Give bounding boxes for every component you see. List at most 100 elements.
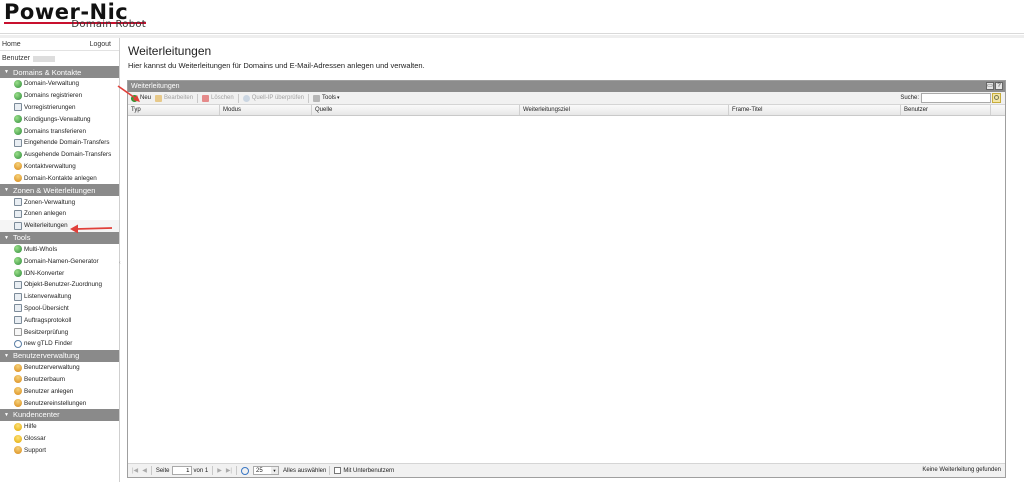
logout-link[interactable]: Logout (90, 41, 111, 48)
sidebar-group-header[interactable]: ▼ Benutzerverwaltung (0, 349, 119, 362)
search-button[interactable] (992, 93, 1001, 103)
sidebar-item-label: Ausgehende Domain-Transfers (24, 151, 112, 159)
add-icon (131, 94, 138, 102)
magnifier-icon (242, 94, 250, 102)
sidebar-item[interactable]: Domains transferieren (0, 125, 119, 137)
tools-button-label: Tools (322, 95, 337, 101)
sidebar-item[interactable]: Listenverwaltung (0, 291, 119, 303)
user-label: Benutzer (2, 55, 31, 62)
page-description: Hier kannst du Weiterleitungen für Domai… (128, 61, 425, 70)
doc-icon (14, 221, 22, 230)
sidebar-item-label: Vorregistrierungen (24, 103, 76, 111)
page-size-select[interactable]: 25 ▼ (253, 466, 279, 475)
column-header-typ[interactable]: Typ (128, 105, 220, 115)
sidebar-item[interactable]: Domain-Verwaltung (0, 78, 119, 90)
tools-menu-button[interactable]: Tools ▾ (313, 94, 340, 102)
page-number-input[interactable] (171, 466, 192, 475)
panel-header: Weiterleitungen ▭ ? (128, 81, 1005, 92)
column-header-modus[interactable]: Modus (220, 105, 312, 115)
prev-page-icon[interactable]: ◀ (142, 467, 147, 474)
home-link[interactable]: Home (2, 41, 21, 48)
search-input[interactable] (921, 93, 991, 103)
sidebar-item[interactable]: Ausgehende Domain-Transfers (0, 149, 119, 161)
sidebar-group-header[interactable]: ▼ Tools (0, 231, 119, 244)
app-header: Power-Nic Domain Robot (0, 0, 1024, 34)
sidebar-collapse-handle[interactable]: ‹ (119, 260, 122, 268)
sidebar-group-header[interactable]: ▼ Zonen & Weiterleitungen (0, 184, 119, 197)
bulb-icon (14, 422, 22, 431)
globe-icon (14, 79, 22, 88)
sidebar-group-header[interactable]: ▼ Kundencenter (0, 408, 119, 421)
grid-status-text: Keine Weiterleitung gefunden (922, 467, 1001, 473)
sidebar-item[interactable]: Besitzerprüfung (0, 326, 119, 338)
user-icon (14, 375, 22, 384)
pager-separator (329, 466, 331, 475)
sidebar-item[interactable]: Support (0, 445, 119, 457)
sidebar-item[interactable]: Benutzer anlegen (0, 385, 119, 397)
sidebar-item[interactable]: Benutzerverwaltung (0, 362, 119, 374)
column-header-weiterleitungsziel[interactable]: Weiterleitungsziel (520, 105, 729, 115)
new-button-label: Neu (140, 95, 152, 101)
select-all-link[interactable]: Alles auswählen (283, 468, 326, 474)
column-header-quelle[interactable]: Quelle (312, 105, 520, 115)
sidebar-group-title: Zonen & Weiterleitungen (12, 185, 96, 195)
sidebar-item[interactable]: Multi-WhoIs (0, 244, 119, 256)
sidebar-item[interactable]: Benutzereinstellungen (0, 397, 119, 409)
grid-header-row: Typ Modus Quelle Weiterleitungsziel Fram… (128, 105, 1005, 116)
sidebar-group-header[interactable]: ▼ Domains & Kontakte (0, 66, 119, 78)
new-button[interactable]: Neu (131, 94, 152, 102)
sidebar-item[interactable]: Domain-Kontakte anlegen (0, 172, 119, 184)
sidebar-item[interactable]: Vorregistrierungen (0, 102, 119, 114)
power-nic-logo[interactable]: Power-Nic Domain Robot (4, 0, 154, 31)
edit-button[interactable]: Bearbeiten (155, 94, 193, 102)
page-size-value: 25 (256, 467, 263, 474)
sidebar-item[interactable]: Domains registrieren (0, 90, 119, 102)
sidebar-item-label: Benutzerbaum (24, 375, 65, 383)
sidebar-item[interactable]: Benutzerbaum (0, 374, 119, 386)
subusers-checkbox[interactable] (334, 467, 342, 474)
sidebar-item[interactable]: Kontaktverwaltung (0, 161, 119, 173)
doc-icon (14, 280, 22, 289)
check-ip-button[interactable]: Quell-IP überprüfen (242, 94, 304, 102)
sidebar-item-label: new gTLD Finder (24, 340, 73, 348)
user-icon (14, 162, 22, 171)
sidebar-item[interactable]: Glossar (0, 433, 119, 445)
next-page-icon[interactable]: ▶ (217, 467, 222, 474)
sidebar-top-links: Home Logout (0, 38, 119, 51)
first-page-icon[interactable]: |◀ (132, 467, 138, 474)
paging-toolbar: |◀ ◀ Seite von 1 ▶ ▶| 25 ▼ Alles auswähl… (128, 463, 1005, 477)
sidebar-item[interactable]: Weiterleitungen (0, 219, 119, 232)
column-header-frame-titel[interactable]: Frame-Titel (729, 105, 901, 115)
sidebar-item[interactable]: new gTLD Finder (0, 338, 119, 350)
sidebar-item-label: Domain-Kontakte anlegen (24, 174, 97, 182)
toolbar-separator (197, 93, 199, 103)
sidebar-item[interactable]: Hilfe (0, 421, 119, 433)
sidebar-item[interactable]: Spool-Übersicht (0, 303, 119, 315)
sidebar-item[interactable]: Auftragsprotokoll (0, 314, 119, 326)
sidebar-item[interactable]: Zonen-Verwaltung (0, 196, 119, 208)
sidebar-item[interactable]: Zonen anlegen (0, 208, 119, 220)
sidebar-item-label: Domain-Namen-Generator (24, 257, 99, 265)
last-page-icon[interactable]: ▶| (226, 467, 232, 474)
user-icon (14, 387, 22, 396)
sidebar-item-label: Domains transferieren (24, 127, 86, 135)
delete-button-label: Löschen (211, 95, 234, 101)
sidebar-item[interactable]: Objekt-Benutzer-Zuordnung (0, 279, 119, 291)
refresh-icon[interactable] (241, 466, 249, 475)
grid-toolbar: Neu Bearbeiten Löschen Quell-IP überprüf… (128, 92, 1005, 105)
sidebar-item-label: Multi-WhoIs (24, 245, 58, 253)
sidebar-item[interactable]: Eingehende Domain-Transfers (0, 137, 119, 149)
sidebar-group-title: Benutzerverwaltung (12, 351, 80, 361)
doc-icon (14, 316, 22, 325)
sidebar-item[interactable]: IDN-Konverter (0, 267, 119, 279)
chevron-down-icon: ▼ (271, 467, 278, 474)
delete-button[interactable]: Löschen (202, 94, 234, 102)
help-icon[interactable]: ? (995, 82, 1003, 90)
sidebar-item[interactable]: Domain-Namen-Generator (0, 255, 119, 267)
print-icon[interactable]: ▭ (986, 82, 994, 90)
search-area: Suche: (900, 93, 1001, 103)
column-header-benutzer[interactable]: Benutzer (901, 105, 991, 115)
sidebar-item[interactable]: Kündigungs-Verwaltung (0, 113, 119, 125)
doc-icon (14, 209, 22, 218)
bulb-icon (14, 434, 22, 443)
